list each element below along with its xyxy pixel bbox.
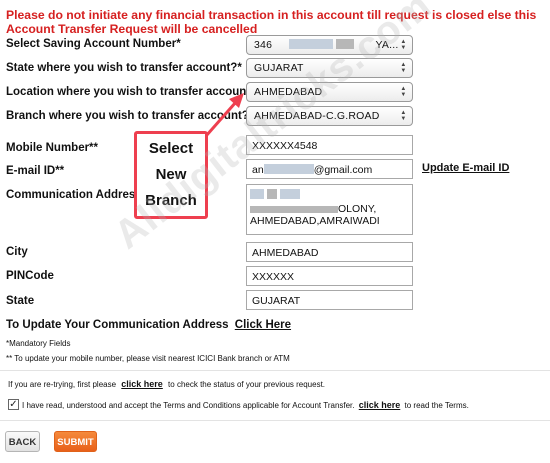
- city-label: City: [6, 246, 28, 258]
- mandatory-note: *Mandatory Fields: [6, 339, 71, 348]
- masked-address: [266, 189, 277, 199]
- state2-field: GUJARAT: [246, 290, 413, 310]
- divider: [0, 370, 550, 371]
- email-suffix: @gmail.com: [313, 164, 373, 176]
- masked-address: [250, 189, 264, 199]
- address-masked-line-1: [250, 189, 412, 201]
- callout-line-3: Branch: [145, 192, 197, 209]
- terms-click-here-link[interactable]: click here: [359, 400, 401, 410]
- retry-click-here-link[interactable]: click here: [121, 379, 163, 389]
- city-field: AHMEDABAD: [246, 242, 413, 262]
- mobile-value: XXXXXX4548: [252, 140, 318, 152]
- masked-address: [279, 189, 300, 199]
- accept-terms-checkbox[interactable]: ✓: [8, 399, 19, 410]
- mobile-update-note: ** To update your mobile number, please …: [6, 354, 290, 363]
- update-email-link[interactable]: Update E-mail ID: [422, 162, 509, 174]
- state2-value: GUJARAT: [252, 295, 301, 307]
- select-new-branch-callout: Select New Branch: [134, 131, 208, 219]
- terms-after: to read the Terms.: [404, 401, 469, 410]
- back-button[interactable]: BACK: [5, 431, 40, 452]
- terms-note: I have read, understood and accept the T…: [22, 400, 469, 410]
- retry-note: If you are re-trying, first please click…: [8, 379, 325, 389]
- callout-line-2: New: [155, 166, 187, 183]
- email-field[interactable]: an @gmail.com: [246, 159, 413, 179]
- pincode-value: XXXXXX: [252, 271, 295, 283]
- email-label: E-mail ID**: [6, 165, 65, 177]
- address-line: AHMEDABAD,AMRAIWADI: [250, 215, 380, 227]
- retry-after: to check the status of your previous req…: [168, 380, 326, 389]
- callout-line-1: Select: [148, 140, 194, 157]
- address-fragment: OLONY,: [338, 203, 377, 215]
- mobile-label: Mobile Number**: [6, 142, 99, 154]
- mobile-field: XXXXXX4548: [246, 135, 413, 155]
- update-address-link[interactable]: Click Here: [235, 319, 291, 331]
- pincode-label: PINCode: [6, 270, 54, 282]
- update-address-row: To Update Your Communication Address Cli…: [6, 319, 291, 331]
- terms-before: I have read, understood and accept the T…: [22, 401, 355, 410]
- submit-button[interactable]: SUBMIT: [54, 431, 97, 452]
- masked-email: [263, 164, 314, 174]
- address-masked-line-2: OLONY,: [250, 203, 412, 215]
- email-prefix: an: [252, 164, 264, 176]
- state2-label: State: [6, 295, 35, 307]
- address-field[interactable]: OLONY, AHMEDABAD,AMRAIWADI: [246, 184, 413, 235]
- pincode-field: XXXXXX: [246, 266, 413, 286]
- address-label: Communication Address: [6, 189, 142, 201]
- masked-address: [250, 206, 338, 213]
- city-value: AHMEDABAD: [252, 247, 319, 259]
- update-address-text: To Update Your Communication Address: [6, 319, 229, 331]
- divider: [0, 420, 550, 421]
- retry-before: If you are re-trying, first please: [8, 380, 117, 389]
